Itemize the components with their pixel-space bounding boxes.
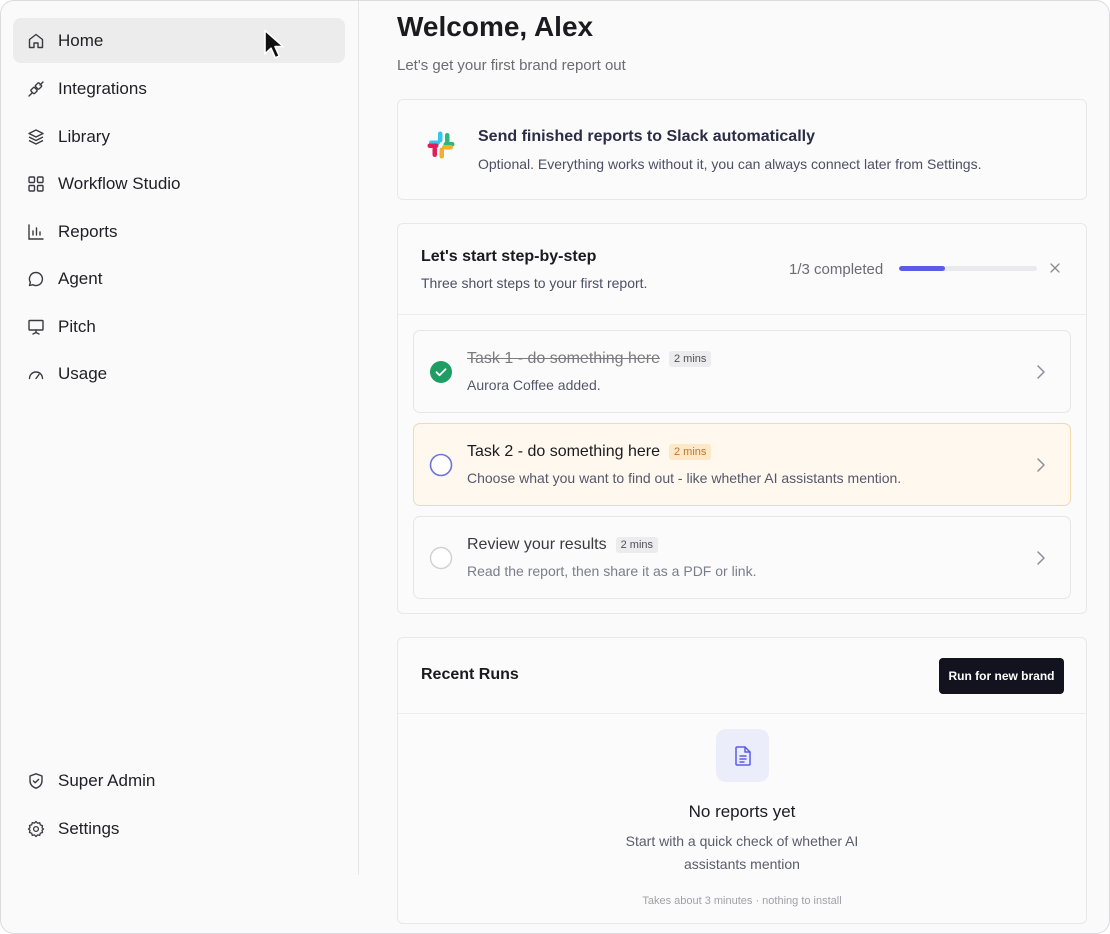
sidebar-item-label: Settings — [58, 818, 120, 838]
sidebar-item-label: Agent — [58, 268, 103, 288]
sidebar-item-super-admin[interactable]: Super Admin — [13, 758, 345, 803]
run-for-new-brand-button[interactable]: Run for new brand — [939, 658, 1064, 694]
sidebar-item-label: Workflow Studio — [58, 173, 181, 193]
empty-state-description: Start with a quick check of whether AI a… — [625, 833, 859, 872]
sidebar: Home Integrations Library Workflow Studi… — [1, 1, 359, 875]
divider — [398, 713, 1086, 714]
sidebar-item-home[interactable]: Home — [13, 18, 345, 63]
duration-badge: 2 mins — [669, 351, 712, 367]
presentation-icon — [27, 318, 45, 336]
chevron-right-icon — [1037, 458, 1045, 472]
mouse-cursor-icon — [264, 29, 285, 59]
sidebar-item-label: Pitch — [58, 316, 96, 336]
task-title: Task 2 - do something here — [467, 443, 660, 460]
sidebar-item-workflow-studio[interactable]: Workflow Studio — [13, 161, 345, 206]
progress-label: 1/3 completed — [789, 261, 884, 278]
chevron-right-icon — [1037, 365, 1045, 379]
slack-card-title: Send finished reports to Slack automatic… — [478, 128, 815, 145]
task-item-1[interactable]: Task 1 - do something here 2 mins Aurora… — [413, 330, 1071, 413]
sidebar-item-label: Library — [58, 126, 110, 146]
sidebar-item-label: Usage — [58, 363, 108, 383]
slack-integration-card[interactable]: Send finished reports to Slack automatic… — [397, 99, 1087, 200]
recent-runs-title: Recent Runs — [421, 666, 519, 683]
sidebar-item-agent[interactable]: Agent — [13, 256, 345, 301]
layers-icon — [27, 128, 45, 146]
empty-circle-icon — [429, 546, 453, 570]
sidebar-item-reports[interactable]: Reports — [13, 209, 345, 254]
steps-subtitle: Three short steps to your first report. — [421, 275, 648, 291]
document-icon — [734, 745, 751, 766]
slack-card-description: Optional. Everything works without it, y… — [478, 156, 982, 172]
duration-badge: 2 mins — [615, 537, 659, 553]
bar-chart-icon — [27, 223, 45, 241]
chevron-right-icon — [1037, 551, 1045, 565]
onboarding-steps-card: Let's start step-by-step Three short ste… — [397, 223, 1087, 614]
page-title: Welcome, Alex — [397, 11, 594, 42]
sidebar-item-settings[interactable]: Settings — [13, 806, 345, 851]
gauge-icon — [27, 365, 45, 383]
sidebar-item-pitch[interactable]: Pitch — [13, 304, 345, 349]
progress-bar-fill — [899, 266, 945, 271]
sidebar-item-usage[interactable]: Usage — [13, 351, 345, 396]
task-description: Choose what you want to find out - like … — [467, 470, 902, 486]
shield-icon — [27, 772, 45, 790]
grid-icon — [27, 175, 45, 193]
sidebar-item-label: Home — [58, 30, 104, 50]
recent-runs-card: Recent Runs Run for new brand No reports… — [397, 637, 1087, 924]
chat-bubble-icon — [27, 270, 45, 288]
plug-icon — [27, 80, 45, 98]
task-item-2[interactable]: Task 2 - do something here 2 mins Choose… — [413, 423, 1071, 506]
sidebar-item-integrations[interactable]: Integrations — [13, 66, 345, 111]
empty-state-title: No reports yet — [688, 802, 796, 821]
gear-icon — [27, 820, 45, 838]
page-subtitle: Let's get your first brand report out — [397, 57, 626, 74]
empty-state-icon — [716, 729, 769, 782]
sidebar-item-library[interactable]: Library — [13, 114, 345, 159]
sidebar-item-label: Super Admin — [58, 770, 156, 790]
slack-logo-icon — [427, 131, 455, 159]
task-description: Read the report, then share it as a PDF … — [467, 563, 757, 579]
progress-bar — [899, 266, 1037, 271]
check-circle-icon — [430, 361, 452, 383]
sidebar-item-label: Integrations — [58, 78, 147, 98]
task-item-3[interactable]: Review your results 2 mins Read the repo… — [413, 516, 1071, 599]
app-window: Home Integrations Library Workflow Studi… — [0, 0, 1110, 934]
sidebar-item-label: Reports — [58, 221, 118, 241]
task-title: Task 1 - do something here — [467, 350, 660, 367]
empty-state-note: Takes about 3 minutes · nothing to insta… — [642, 895, 842, 907]
steps-title: Let's start step-by-step — [421, 248, 597, 265]
divider — [398, 314, 1086, 315]
task-title: Review your results — [467, 536, 607, 553]
duration-badge: 2 mins — [669, 444, 712, 460]
task-description: Aurora Coffee added. — [467, 377, 601, 393]
close-icon[interactable] — [1048, 261, 1062, 275]
empty-circle-icon — [429, 453, 453, 477]
home-icon — [27, 32, 45, 50]
